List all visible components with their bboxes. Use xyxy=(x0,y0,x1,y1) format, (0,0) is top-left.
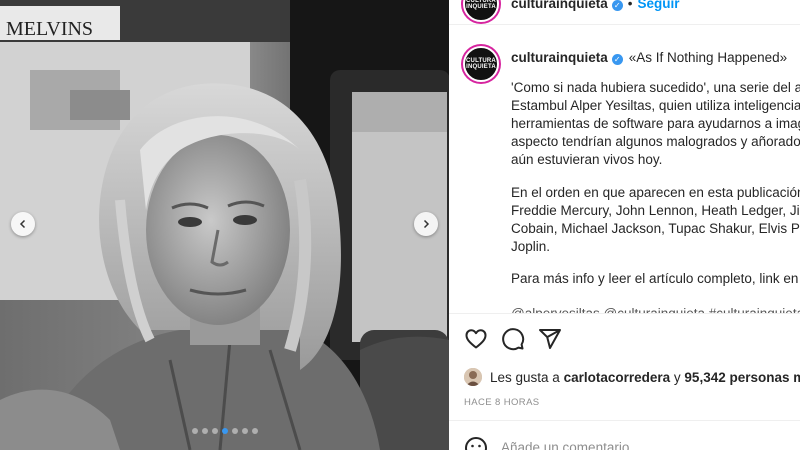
previous-image-button[interactable] xyxy=(11,212,35,236)
caption-line: Cobain, Michael Jackson, Tupac Shakur, E… xyxy=(511,221,800,236)
caption-line: Freddie Mercury, John Lennon, Heath Ledg… xyxy=(511,203,800,218)
caption-username[interactable]: culturainquieta xyxy=(511,50,608,65)
caption-line: En el orden en que aparecen en esta publ… xyxy=(511,185,800,200)
portrait-image: MELVINS xyxy=(0,0,449,450)
header-divider xyxy=(449,24,800,25)
likes-middle: y xyxy=(673,369,681,385)
emoji-icon xyxy=(465,437,487,450)
comment-icon xyxy=(502,328,525,351)
chevron-right-icon xyxy=(423,219,430,229)
header-separator: • xyxy=(627,0,633,11)
follow-button[interactable]: Seguir xyxy=(638,0,680,11)
author-avatar[interactable]: CULTURA INQUIETA xyxy=(463,0,499,22)
comment-divider xyxy=(449,420,800,421)
caption-line: Joplin. xyxy=(511,239,551,254)
post-photo: MELVINS xyxy=(0,0,449,450)
caption-line: aspecto tendrían algunos malogrados y añ… xyxy=(511,134,800,149)
comment-input[interactable] xyxy=(501,440,781,450)
post-header: culturainquieta ✓ • Seguir xyxy=(511,0,680,11)
post-panel: CULTURA INQUIETA culturainquieta ✓ • Seguir… xyxy=(449,0,800,450)
caption-line: Estambul Alper Yesiltas, quien utiliza i… xyxy=(511,98,800,113)
carousel-dot xyxy=(251,428,258,434)
caption-line: Para más info y leer el artículo complet… xyxy=(511,271,800,286)
next-image-button[interactable] xyxy=(414,212,438,236)
author-username[interactable]: culturainquieta xyxy=(511,0,608,11)
avatar-logo-text: INQUIETA xyxy=(466,4,496,10)
caption-line: herramientas de software para ayudarnos … xyxy=(511,116,800,131)
caption-author-avatar[interactable]: CULTURA INQUIETA xyxy=(463,46,499,82)
likes-summary: Les gusta a carlotacorredera y 95,342 pe… xyxy=(464,366,800,388)
share-button[interactable] xyxy=(538,327,562,351)
likes-count[interactable]: 95,342 personas más xyxy=(684,370,800,385)
verified-badge-icon: ✓ xyxy=(611,54,623,65)
caption-line: 'Como si nada hubiera sucedido', una ser… xyxy=(511,80,800,95)
carousel-dot xyxy=(231,428,238,434)
caption-header: culturainquieta ✓ «As If Nothing Happened» xyxy=(511,50,787,65)
caption-line: aún estuvieran vivos hoy. xyxy=(511,152,663,167)
carousel-dot xyxy=(241,428,248,434)
carousel-dot xyxy=(201,428,208,434)
svg-text:MELVINS: MELVINS xyxy=(6,18,93,40)
carousel-dot xyxy=(191,428,198,434)
caption-title: «As If Nothing Happened» xyxy=(628,50,788,65)
post-timestamp[interactable]: HACE 8 HORAS xyxy=(464,397,540,408)
heart-icon xyxy=(465,329,487,349)
emoji-button[interactable] xyxy=(464,436,488,450)
caption-paragraph: 'Como si nada hubiera sucedido', una ser… xyxy=(511,79,800,169)
liker-avatar-image xyxy=(464,368,482,386)
comment-button[interactable] xyxy=(501,327,525,351)
carousel-dot xyxy=(211,428,218,434)
caption-paragraph: Para más info y leer el artículo complet… xyxy=(511,270,800,288)
liker-username[interactable]: carlotacorredera xyxy=(564,370,671,385)
chevron-left-icon xyxy=(19,219,26,229)
avatar-logo-text: INQUIETA xyxy=(466,64,496,70)
carousel-dots xyxy=(0,428,449,434)
liker-avatar[interactable] xyxy=(464,368,482,386)
verified-badge-icon: ✓ xyxy=(611,0,623,11)
like-button[interactable] xyxy=(464,327,488,351)
caption-paragraph: En el orden en que aparecen en esta publ… xyxy=(511,184,800,256)
share-icon xyxy=(539,329,561,349)
likes-prefix: Les gusta a xyxy=(490,369,560,385)
carousel-dot xyxy=(221,428,228,434)
